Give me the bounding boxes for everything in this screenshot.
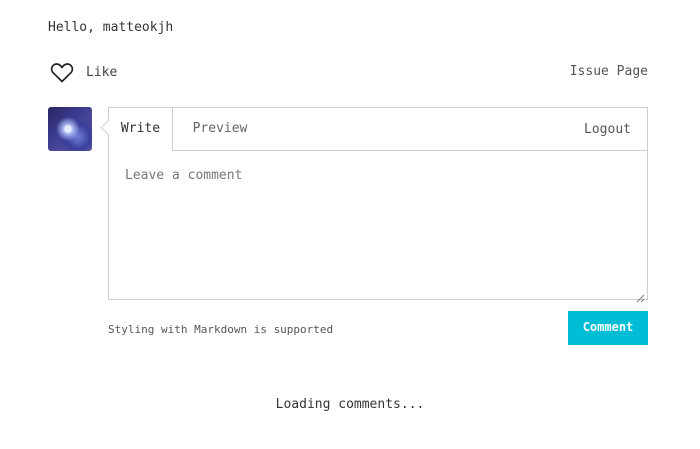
logout-link[interactable]: Logout <box>584 108 631 150</box>
comment-submit-button[interactable]: Comment <box>568 311 648 345</box>
loading-comments-text: Loading comments... <box>275 397 425 412</box>
comment-editor: Write Preview Logout <box>108 107 648 303</box>
resize-grip-icon[interactable] <box>636 288 645 303</box>
tab-write[interactable]: Write <box>109 108 173 151</box>
markdown-support-note: Styling with Markdown is supported <box>108 323 334 336</box>
tab-preview[interactable]: Preview <box>181 108 259 150</box>
like-label: Like <box>86 64 118 80</box>
heart-outline-icon <box>50 61 74 83</box>
issue-page-link[interactable]: Issue Page <box>570 64 648 79</box>
like-button[interactable]: Like <box>50 61 117 83</box>
comment-textarea[interactable] <box>109 150 647 299</box>
greeting-text: Hello, matteokjh <box>48 20 174 35</box>
avatar <box>48 107 92 151</box>
editor-tab-bar: Write Preview Logout <box>109 108 647 151</box>
